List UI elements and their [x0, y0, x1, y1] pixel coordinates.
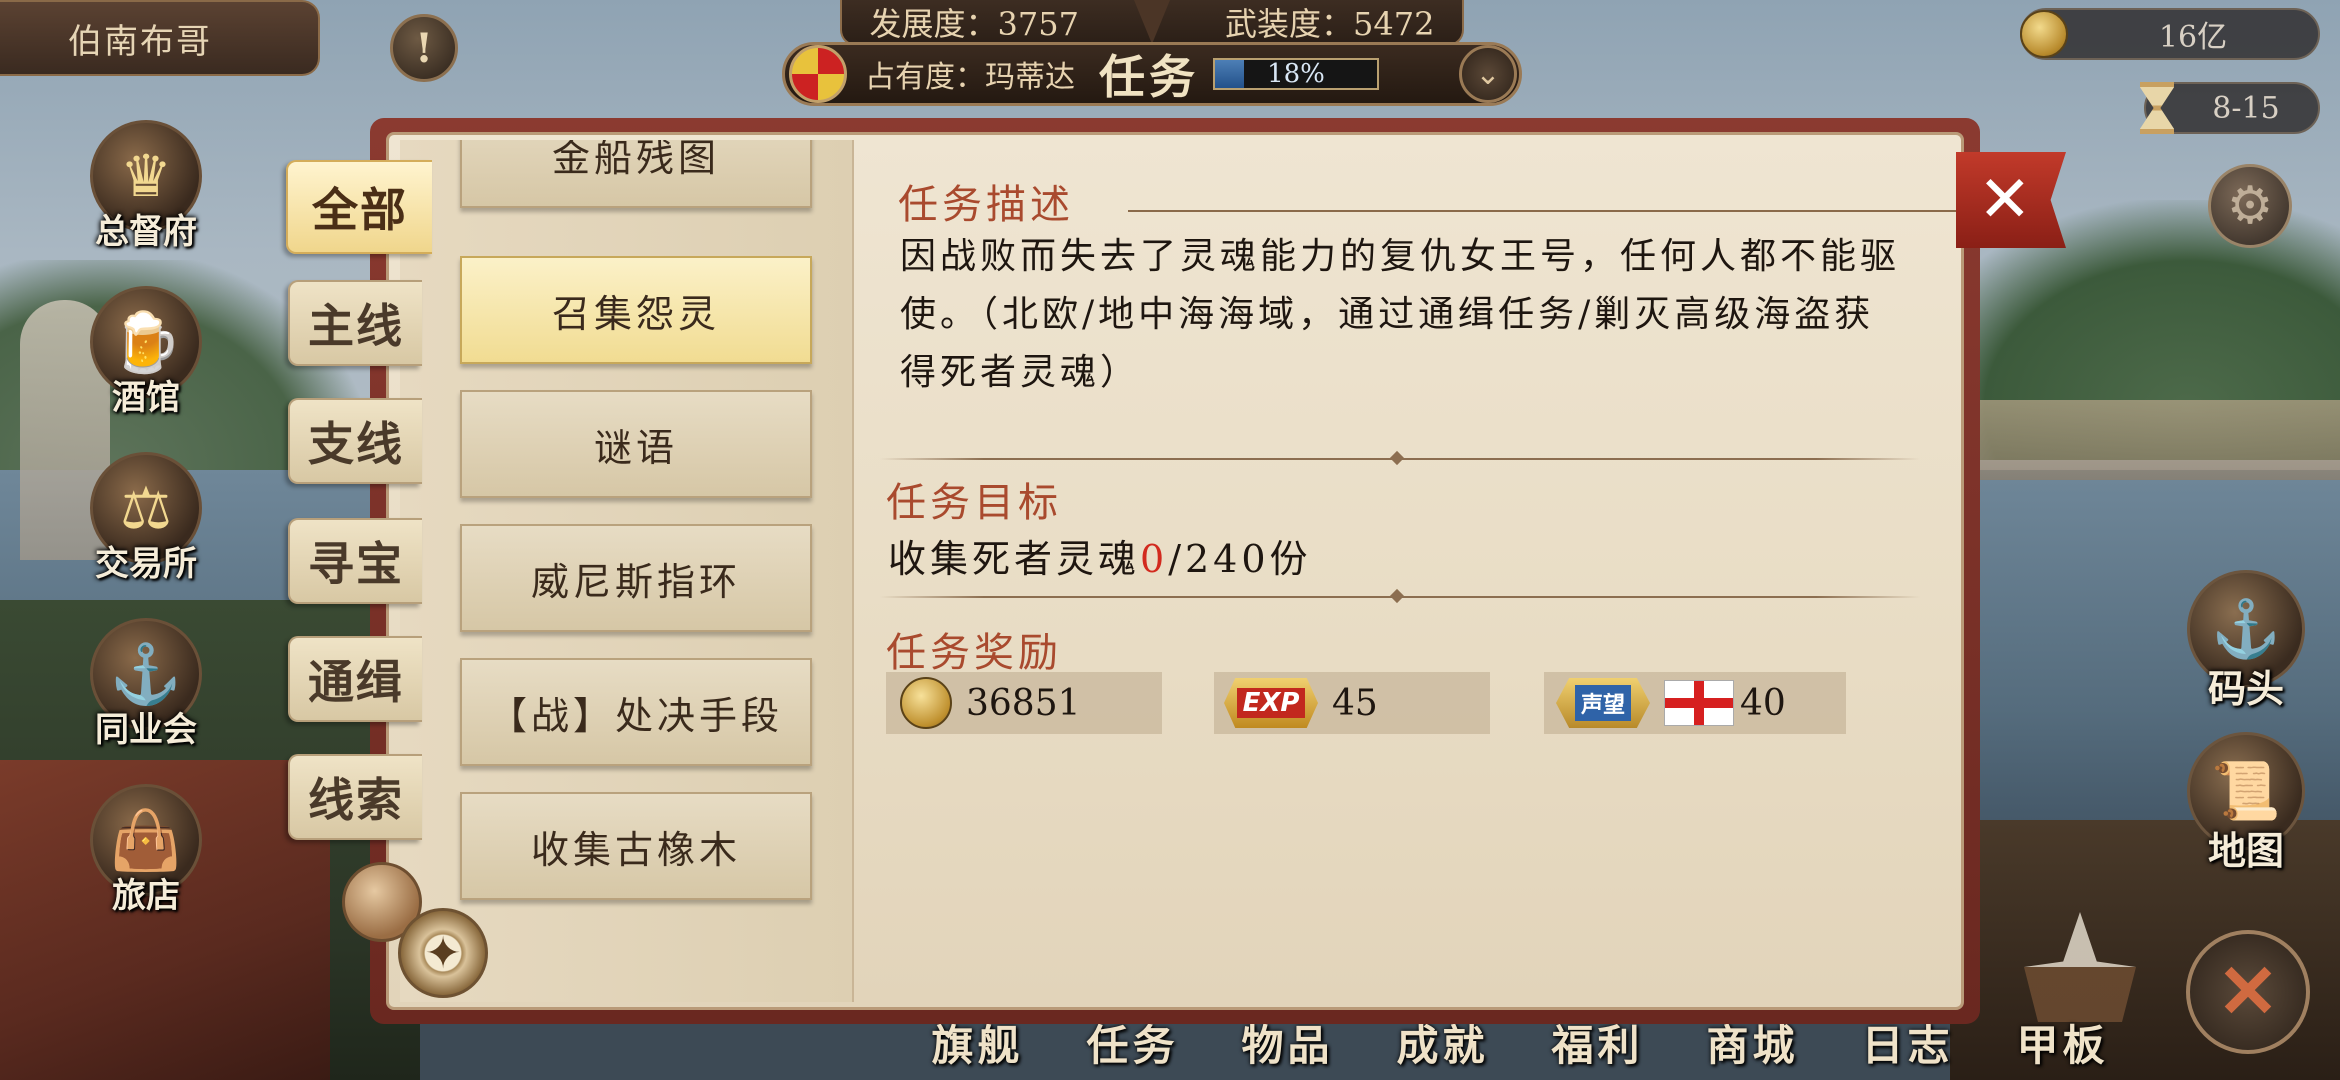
menu-label: 交易所	[95, 544, 197, 584]
target-prefix: 收集死者灵魂	[888, 537, 1141, 581]
list-item[interactable]: 【战】处决手段	[460, 658, 812, 766]
list-item[interactable]: 收集古橡木	[460, 792, 812, 900]
player-name: 伯南布哥	[68, 21, 212, 62]
tab-main[interactable]: 主线	[288, 280, 422, 366]
gold-value: 16亿	[2158, 20, 2228, 55]
menu-governor[interactable]: ♛ 总督府	[88, 120, 204, 253]
menu-label: 旅店	[112, 876, 180, 916]
gold-coin-icon	[900, 677, 952, 729]
tab-clues[interactable]: 线索	[288, 754, 422, 840]
list-item-selected[interactable]: 召集怨灵	[460, 256, 812, 364]
occupancy-bar: 占有度：玛蒂达 任务 18% ⌄	[782, 42, 1522, 106]
list-item[interactable]: 谜语	[460, 390, 812, 498]
menu-inn[interactable]: 👜 旅店	[88, 784, 204, 917]
date-value: 8-15	[2212, 90, 2280, 126]
menu-label: 酒馆	[112, 378, 180, 418]
menu-label: 同业会	[95, 710, 197, 750]
progress-text: 18%	[1267, 59, 1325, 89]
tab-wanted[interactable]: 通缉	[288, 636, 422, 722]
gold-counter[interactable]: 16亿	[2020, 8, 2320, 60]
menu-guild[interactable]: ⚓ 同业会	[88, 618, 204, 751]
target-title: 任务目标	[886, 480, 1062, 526]
england-flag-icon	[1664, 680, 1734, 726]
reward-exp-value: 45	[1332, 682, 1378, 724]
player-name-plate[interactable]: 伯南布哥	[0, 0, 320, 76]
armament-stat: 武装度：5472	[1225, 5, 1435, 43]
reward-reputation[interactable]: 声望 40	[1544, 672, 1846, 734]
desc-title: 任务描述	[898, 182, 1074, 228]
distant-town	[1980, 400, 2340, 480]
gear-icon[interactable]: ⚙	[2208, 164, 2292, 248]
menu-label: 码头	[2207, 666, 2284, 711]
page-title: 任务	[1099, 50, 1199, 104]
reward-gold[interactable]: 36851	[886, 672, 1162, 734]
nation-flag-icon	[789, 45, 847, 103]
reward-gold-value: 36851	[966, 682, 1081, 724]
nav-deck[interactable]: 甲板	[1985, 1012, 2140, 1080]
development-stat: 发展度：3757	[869, 5, 1079, 43]
target-current: 0	[1140, 537, 1169, 581]
city-status-banner: 发展度：3757 武装度：5472 占有度：玛蒂达 任务 18% ⌄	[740, 0, 1560, 108]
divider	[880, 450, 1920, 466]
tab-side[interactable]: 支线	[288, 398, 422, 484]
menu-tavern[interactable]: 🍺 酒馆	[88, 286, 204, 419]
reward-exp[interactable]: EXP 45	[1214, 672, 1490, 734]
reward-title: 任务奖励	[886, 630, 1062, 676]
quest-description: 因战败而失去了灵魂能力的复仇女王号，任何人都不能驱使。（北欧/地中海海域，通过通…	[900, 236, 1901, 393]
tab-treasure[interactable]: 寻宝	[288, 518, 422, 604]
city-stats: 发展度：3757 武装度：5472	[840, 0, 1464, 46]
menu-label: 地图	[2207, 828, 2284, 873]
divider	[880, 588, 1920, 604]
reputation-badge-icon: 声望	[1556, 678, 1650, 728]
menu-label: 总督府	[95, 212, 197, 252]
list-item[interactable]: 威尼斯指环	[460, 524, 812, 632]
exp-label: EXP	[1236, 688, 1306, 718]
menu-exchange[interactable]: ⚖ 交易所	[88, 452, 204, 585]
list-item[interactable]: 金船残图	[460, 140, 812, 208]
chevron-down-icon[interactable]: ⌄	[1459, 45, 1517, 103]
reward-rep-value: 40	[1740, 682, 1786, 724]
menu-map[interactable]: 📜 地图	[2186, 732, 2306, 875]
tab-all[interactable]: 全部	[286, 160, 432, 254]
menu-dock[interactable]: ⚓ 码头	[2186, 570, 2306, 713]
exp-badge-icon: EXP	[1224, 678, 1318, 728]
hourglass-icon	[2140, 82, 2174, 134]
date-counter[interactable]: 8-15	[2140, 82, 2320, 134]
quest-list[interactable]: 金船残图 召集怨灵 谜语 威尼斯指环 【战】处决手段 收集古橡木	[400, 140, 854, 1002]
alert-icon[interactable]: !	[390, 14, 458, 82]
close-menu-icon[interactable]: ✕	[2186, 930, 2310, 1054]
shield-icon	[1134, 0, 1170, 44]
compass-icon: ✦	[398, 908, 488, 998]
occupancy-label: 占有度：玛蒂达	[865, 60, 1075, 95]
rep-label: 声望	[1574, 685, 1631, 721]
gold-coin-icon	[2020, 10, 2068, 58]
target-suffix: /240份	[1168, 537, 1312, 581]
occupancy-progress: 18%	[1213, 58, 1379, 90]
close-icon[interactable]: ✕	[1956, 152, 2066, 248]
title-underline	[1128, 210, 1958, 212]
quest-target: 收集死者灵魂0/240份	[888, 528, 1312, 583]
